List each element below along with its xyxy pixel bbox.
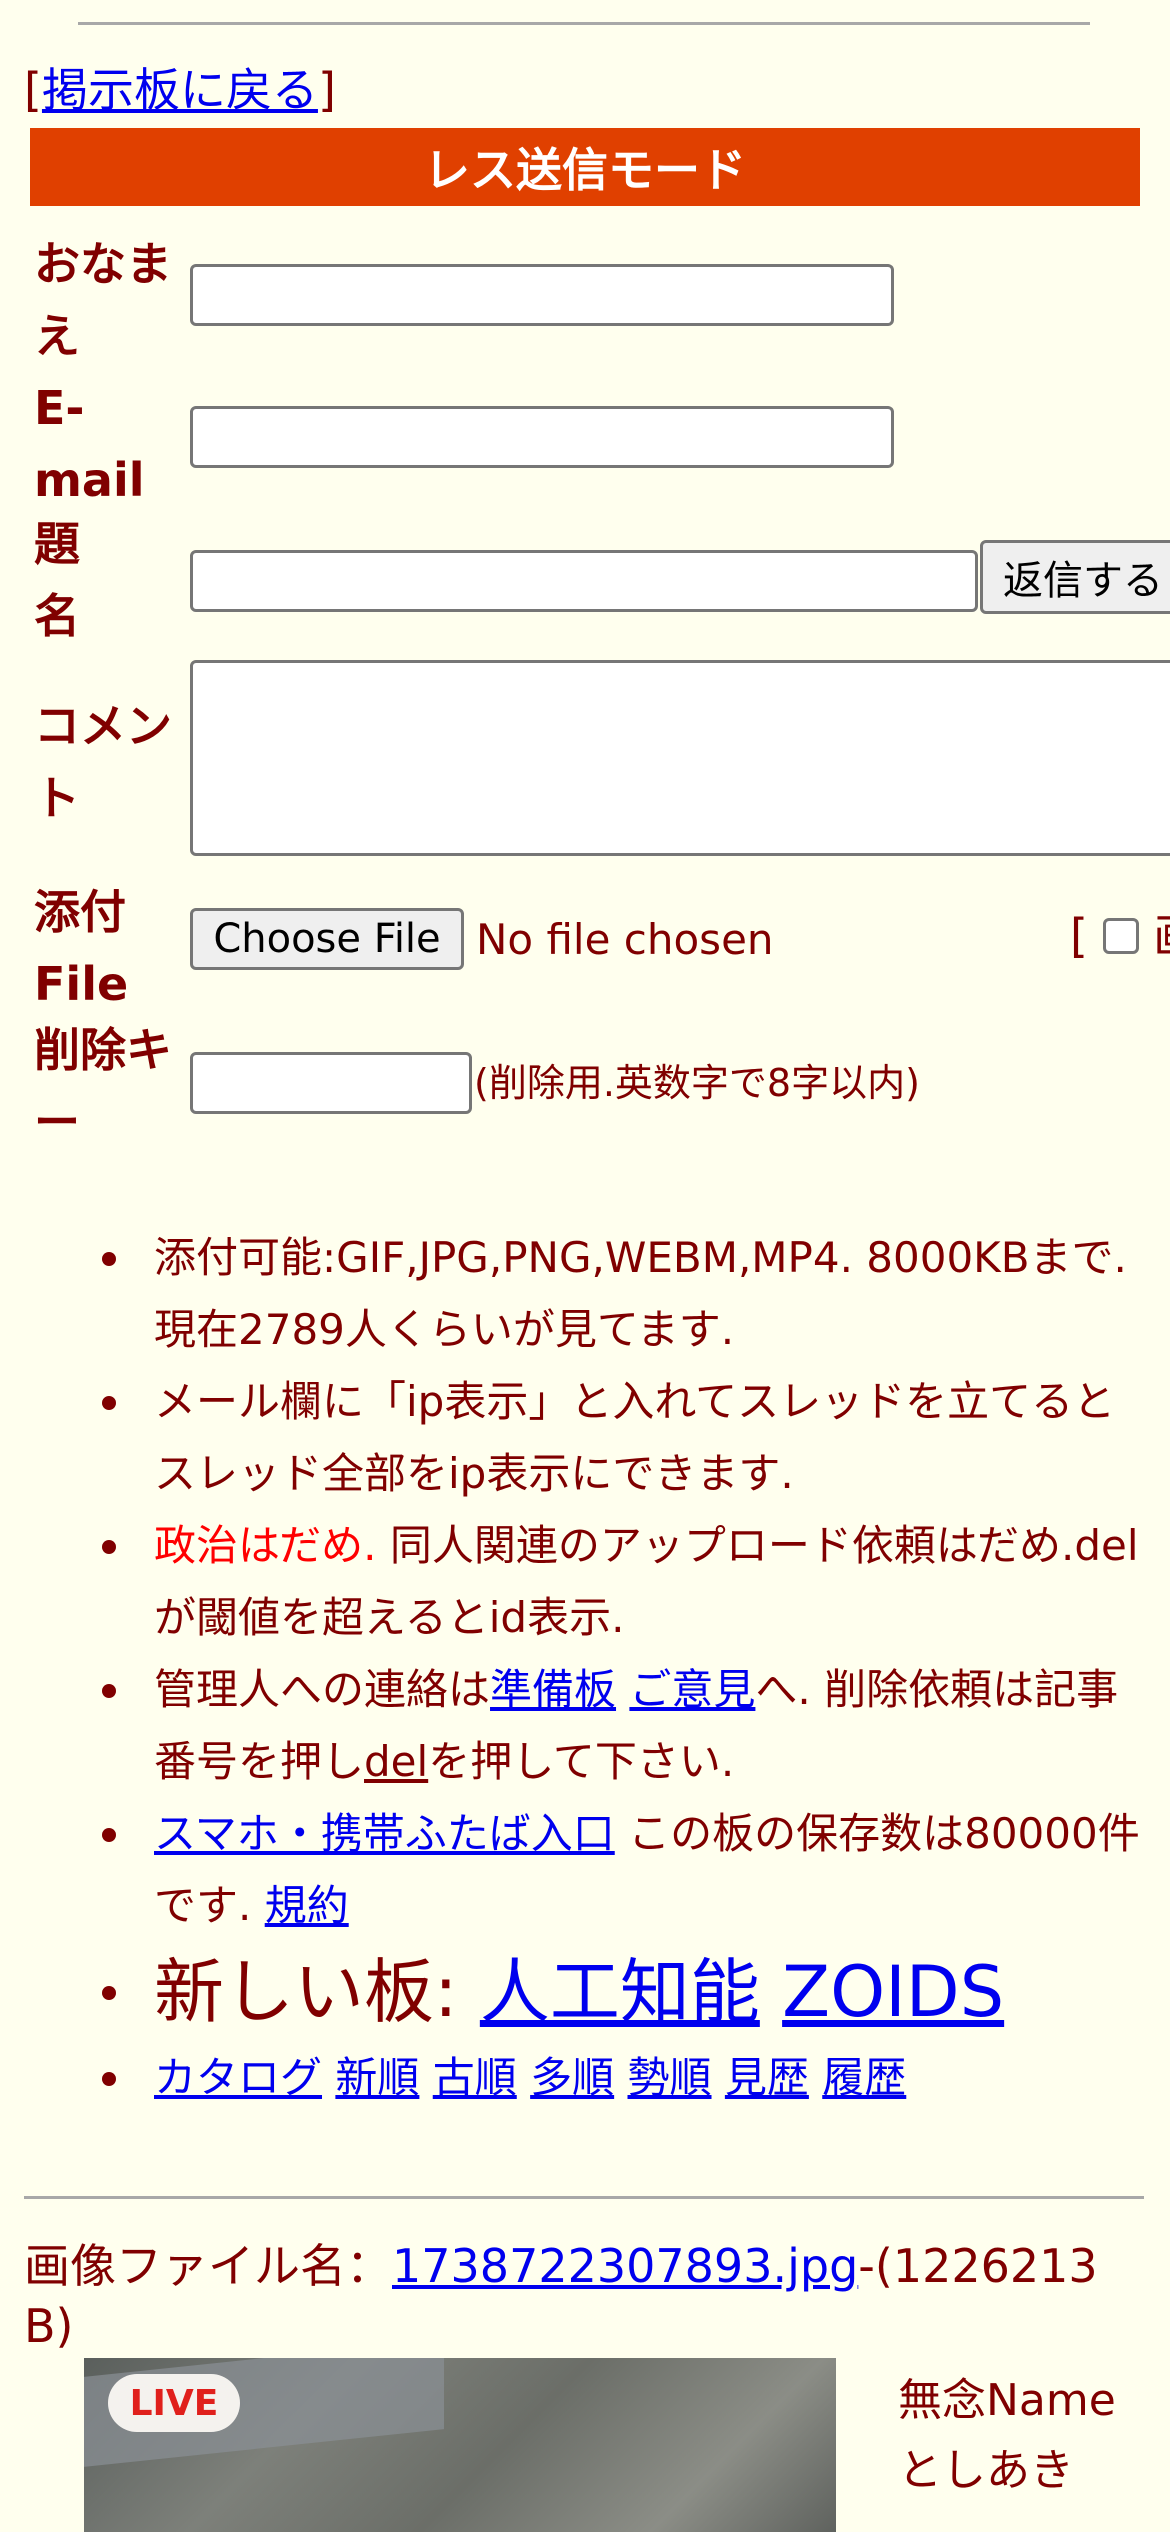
bullet xyxy=(102,1986,116,2000)
poster-author: としあき xyxy=(898,2445,1074,2496)
rule-contact: 管理人への連絡は準備板 ご意見へ. 削除依頼は記事番号を押しdelを押して下さい… xyxy=(102,1654,1144,1798)
post-history-link[interactable]: 履歴 xyxy=(822,2053,906,2102)
rule-politics: 政治はだめ. 同人関連のアップロード依頼はだめ.delが閾値を超えるとid表示. xyxy=(102,1510,1144,1654)
back-to-board-link[interactable]: 掲示板に戻る xyxy=(42,63,318,117)
delete-key-input[interactable] xyxy=(190,1052,472,1114)
choose-file-button[interactable]: Choose File xyxy=(190,908,464,970)
live-badge: LIVE xyxy=(108,2374,240,2432)
email-label: E-mail xyxy=(34,381,145,507)
post-thumbnail[interactable]: LIVE xyxy=(84,2358,836,2532)
subject-label: 題名 xyxy=(34,517,80,643)
sort-momentum-link[interactable]: 勢順 xyxy=(628,2053,712,2102)
bullet xyxy=(102,1684,116,1698)
bullet xyxy=(102,1540,116,1554)
sort-links: カタログ 新順 古順 多順 勢順 見歴 履歴 xyxy=(102,2042,1144,2114)
image-toggle-bracket: [ xyxy=(1070,909,1088,963)
terms-link[interactable]: 規約 xyxy=(265,1881,349,1930)
mobile-entrance-link[interactable]: スマホ・携帯ふたば入口 xyxy=(154,1809,615,1858)
rule-mobile: スマホ・携帯ふたば入口 この板の保存数は80000件です. 規約 xyxy=(102,1798,1144,1942)
ai-board-link[interactable]: 人工知能 xyxy=(480,1951,760,2033)
rule-warning-text: 政治はだめ. xyxy=(154,1521,377,1570)
rule-text: 管理人への連絡は xyxy=(154,1665,491,1714)
prep-board-link[interactable]: 準備板 xyxy=(490,1665,616,1714)
rule-text: 添付可能:GIF,JPG,PNG,WEBM,MP4. 8000KBまで. 現在2… xyxy=(154,1233,1127,1354)
view-history-link[interactable]: 見歴 xyxy=(725,2053,809,2102)
rule-ip-display: メール欄に「ip表示」と入れてスレッドを立てるとスレッド全部をip表示にできます… xyxy=(102,1366,1144,1510)
bracket-open: [ xyxy=(24,63,42,117)
rule-text: 新しい板: xyxy=(154,1951,480,2033)
zoids-board-link[interactable]: ZOIDS xyxy=(782,1951,1004,2033)
board-rules-list: 添付可能:GIF,JPG,PNG,WEBM,MP4. 8000KBまで. 現在2… xyxy=(0,1222,1170,2114)
comment-label: コメント xyxy=(34,699,172,825)
sort-newest-link[interactable]: 新順 xyxy=(335,2053,419,2102)
bullet xyxy=(102,1396,116,1410)
image-file-link[interactable]: 1738722307893.jpg xyxy=(392,2239,858,2293)
rule-text: メール欄に「ip表示」と入れてスレッドを立てるとスレッド全部をip表示にできます… xyxy=(154,1377,1116,1498)
rule-text: を押して下さい. xyxy=(428,1737,735,1786)
delete-key-hint: (削除用.英数字で8字以内) xyxy=(474,1061,920,1105)
back-to-board: [掲示板に戻る] xyxy=(24,60,336,120)
file-label: 添付File xyxy=(34,885,129,1011)
sort-oldest-link[interactable]: 古順 xyxy=(433,2053,517,2102)
poster-name-label: 無念Name xyxy=(898,2375,1116,2426)
image-toggle-checkbox[interactable] xyxy=(1102,918,1139,954)
rule-upload-limits: 添付可能:GIF,JPG,PNG,WEBM,MP4. 8000KBまで. 現在2… xyxy=(102,1222,1144,1366)
post-divider xyxy=(24,2196,1144,2199)
email-input[interactable] xyxy=(190,406,894,468)
reply-mode-header: レス送信モード xyxy=(30,128,1140,206)
bullet xyxy=(102,1252,116,1266)
no-file-text: No file chosen xyxy=(476,915,774,964)
image-toggle: [ 画 xyxy=(1070,904,1170,968)
comment-textarea[interactable] xyxy=(190,660,1170,856)
bullet xyxy=(102,2072,116,2086)
sort-most-link[interactable]: 多順 xyxy=(530,2053,614,2102)
poster-info: 無念Name としあき xyxy=(898,2366,1116,2506)
del-link[interactable]: del xyxy=(364,1737,428,1786)
bullet xyxy=(102,1828,116,1842)
delete-key-label: 削除キー xyxy=(34,1023,172,1149)
top-divider xyxy=(78,22,1090,25)
bracket-close: ] xyxy=(317,63,336,117)
filename-label: 画像ファイル名： xyxy=(24,2239,392,2293)
name-label: おなまえ xyxy=(34,237,172,363)
reply-submit-button[interactable]: 返信する xyxy=(980,540,1170,614)
rule-new-boards: 新しい板: 人工知能 ZOIDS xyxy=(102,1942,1144,2042)
feedback-link[interactable]: ご意見 xyxy=(629,1665,755,1714)
subject-input[interactable] xyxy=(190,550,978,612)
image-toggle-label: 画 xyxy=(1153,909,1170,963)
image-file-info: 画像ファイル名：1738722307893.jpg-(1226213 B) xyxy=(24,2236,1154,2356)
catalog-link[interactable]: カタログ xyxy=(154,2053,322,2102)
name-input[interactable] xyxy=(190,264,894,326)
